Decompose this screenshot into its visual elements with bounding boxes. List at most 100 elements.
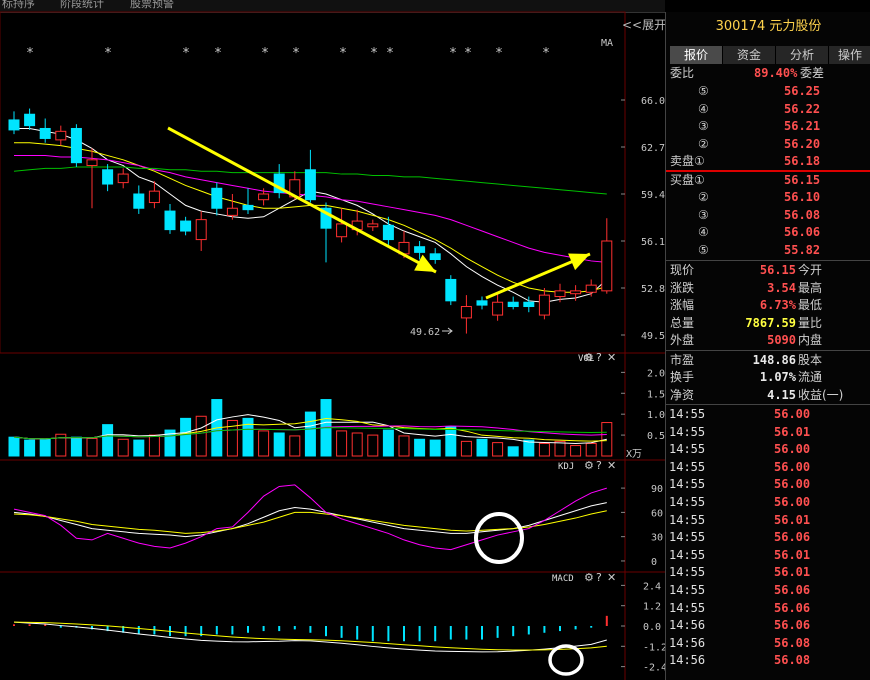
ask-row[interactable]: ② 56.20 [666,136,870,153]
ask-label: ③ [698,119,709,133]
signal-marker: * [340,46,347,61]
low-marker-arrow [442,327,453,335]
signal-marker: * [27,46,34,61]
price-tick-label: 66.0 [641,96,665,107]
bid-label: ② [698,190,709,204]
trade-row: 14:55 56.01 [666,564,870,581]
trade-row: 14:55 56.01 [666,547,870,564]
trade-price: 56.00 [774,407,811,421]
volume-bar [148,434,160,457]
trade-price: 56.00 [774,459,811,474]
trade-row: 14:55 56.01 [666,512,870,529]
vol-close-icon[interactable]: ✕ [607,351,616,364]
kdj-close-icon[interactable]: ✕ [607,459,616,472]
bid-row[interactable]: ⑤ 55.82 [666,242,870,259]
vol-help-icon[interactable]: ? [596,351,602,364]
kdj-tick-label: 30 [651,533,663,544]
fundamental-label2: 收益(一) [798,387,844,402]
macd-tick-label: -1.2 [643,642,665,653]
kdj-settings-icon[interactable]: ⚙ [584,459,594,472]
price-tick-label: 49.5 [641,331,665,342]
macd-close-icon[interactable]: ✕ [607,571,616,584]
quote-label2: 量比 [798,315,823,330]
volume-bar [133,439,145,457]
macd-label: MACD [552,574,574,584]
volume-bar [398,435,410,457]
candle-body [304,169,316,201]
volume-bar [429,439,441,457]
candle-body [460,306,472,319]
signal-marker: * [496,46,503,61]
candle-body [382,224,394,241]
fundamental-value: 1.07% [759,370,796,384]
tab-operate[interactable]: 操作 [829,46,870,64]
candle-body [414,246,426,253]
ask-row[interactable]: ④ 56.22 [666,101,870,118]
ask-row[interactable]: ⑤ 56.25 [666,83,870,100]
ask-price: 56.20 [784,136,821,151]
trade-price: 56.06 [774,583,811,597]
trade-time: 14:56 [669,653,706,668]
quote-value: 6.73% [759,298,796,312]
bid-price: 56.06 [784,225,821,239]
volume-bar [507,446,519,457]
fundamental-label: 市盈 [670,352,695,367]
ask-label: ④ [698,101,709,116]
fundamental-row: 换手 1.07% 流通 [666,369,870,386]
trade-time: 14:55 [669,407,706,421]
volume-bar [289,435,301,457]
bid-row[interactable]: ③ 56.08 [666,207,870,224]
ask-price: 56.25 [784,84,821,98]
candle-body [445,278,457,302]
volume-bar [554,440,566,457]
expand-button[interactable]: <<展开 [622,16,666,33]
macd-tick-label: -2.4 [643,663,665,674]
bid-label: 买盘① [670,172,705,187]
kdj-help-icon[interactable]: ? [596,459,602,472]
trade-time: 14:55 [669,583,706,597]
kdj-line [13,484,607,551]
ask-row[interactable]: ③ 56.21 [666,118,870,135]
macd-tick-label: 2.4 [643,581,661,592]
kdj-line [13,502,607,538]
trade-time: 14:55 [669,442,706,457]
tab-funds[interactable]: 资金 [723,46,776,64]
candle-body [39,127,51,139]
ask-row[interactable]: 卖盘① 56.18 [666,153,870,170]
kdj-cross-highlight [474,512,524,564]
candle-body [523,301,535,308]
candle-body [55,130,67,141]
trade-time: 14:55 [669,459,706,474]
trade-time: 14:55 [669,424,706,439]
candle-body [133,193,145,209]
quote-row: 涨跌 3.54 最高 [666,280,870,297]
trade-time: 14:55 [669,512,706,527]
bid-price: 56.10 [784,190,821,204]
candle-body [554,290,566,298]
divider [666,349,870,351]
candle-body [336,223,348,238]
tab-analysis[interactable]: 分析 [776,46,829,64]
divider [666,404,870,405]
trade-price: 56.01 [774,424,811,439]
bid-row[interactable]: ② 56.10 [666,189,870,206]
signal-marker: * [183,46,190,61]
bid-row[interactable]: ④ 56.06 [666,224,870,241]
trade-price: 56.06 [774,600,811,615]
candle-body [258,193,270,201]
vol-settings-icon[interactable]: ⚙ [584,351,594,364]
ask-price: 56.21 [784,119,821,133]
stock-chart[interactable]: 66.0 62.7 59.4 56.1 52.8 49.5 MA * * * * * * * * * * * * * 4… [0,0,665,680]
macd-help-icon[interactable]: ? [596,571,602,584]
candle-body [476,300,488,306]
trade-row: 14:55 56.00 [666,406,870,423]
quote-label2: 最高 [798,280,823,295]
kdj-label: KDJ [558,462,574,472]
volume-bar [538,442,550,457]
volume-bar [86,437,98,457]
vol-unit-label: X万 [626,449,642,460]
bid-row[interactable]: 买盘① 56.15 [666,172,870,189]
tab-quote[interactable]: 报价 [670,46,723,64]
macd-settings-icon[interactable]: ⚙ [584,571,594,584]
candle-body [164,210,176,231]
